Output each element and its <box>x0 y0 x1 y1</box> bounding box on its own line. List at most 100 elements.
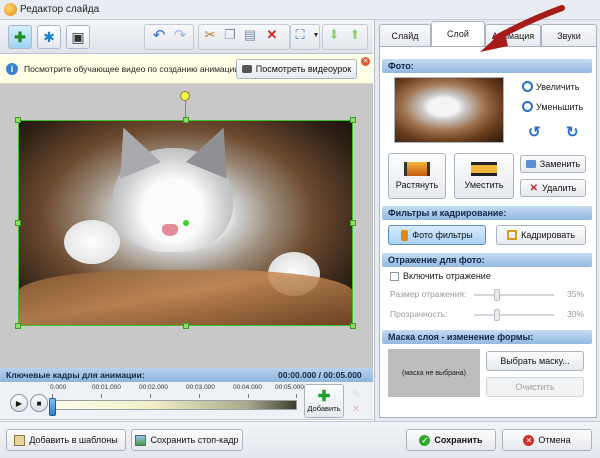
delete-icon[interactable]: ✕ <box>263 26 281 44</box>
mask-section-header: Маска слоя - изменение формы: <box>382 330 592 344</box>
transparency-knob[interactable] <box>494 309 500 321</box>
window-title: Редактор слайда <box>20 4 100 15</box>
slides-button[interactable]: ▣ <box>66 25 90 49</box>
cut-icon[interactable]: ✂ <box>201 26 219 44</box>
toolbar: ✚ ✱ ▣ ↶ ↷ ✂ ❐ ▤ ✕ ⛶ ▼ ⬇ ⬆ <box>0 20 373 54</box>
resize-handle-mr[interactable] <box>350 220 356 226</box>
resize-handle-tr[interactable] <box>350 117 356 123</box>
reflection-toggle[interactable]: Включить отражение <box>390 271 491 281</box>
cancel-button[interactable]: ✕ Отмена <box>502 429 592 451</box>
hint-bar: i Посмотрите обучающее видео по созданию… <box>0 55 373 84</box>
rotate-left-icon[interactable]: ↺ <box>528 123 541 141</box>
tick-label: 00:01.000 <box>92 384 121 391</box>
add-keyframe-button[interactable]: ✚ Добавить <box>304 384 344 418</box>
effects-button[interactable]: ✱ <box>37 25 61 49</box>
info-icon: i <box>6 63 18 75</box>
timeline-header: Ключевые кадры для анимации: 00:00.000 /… <box>0 368 373 382</box>
resize-handle-tl[interactable] <box>15 117 21 123</box>
properties-panel: Слайд Слой Анимация Звуки Фото: Увеличит… <box>374 20 600 421</box>
tick <box>248 394 249 398</box>
reflection-size-label: Размер отражения: <box>390 289 467 299</box>
tick <box>199 394 200 398</box>
zoom-out-icon <box>522 101 533 112</box>
plus-icon: ✚ <box>317 387 331 405</box>
replace-icon <box>525 160 536 168</box>
clear-mask-button[interactable]: Очистить <box>486 377 584 397</box>
resize-handle-ml[interactable] <box>15 220 21 226</box>
fit-button[interactable]: Уместить <box>454 153 514 199</box>
crop-button[interactable]: Кадрировать <box>496 225 586 245</box>
zoom-out-control[interactable]: Уменьшить <box>522 101 583 112</box>
replace-button[interactable]: Заменить <box>520 155 586 173</box>
add-to-templates-button[interactable]: Добавить в шаблоны <box>6 429 126 451</box>
mask-placeholder: (маска не выбрана) <box>402 369 466 377</box>
tick-label: 00:02.000 <box>139 384 168 391</box>
anchor-point[interactable] <box>183 220 189 226</box>
stop-button[interactable]: ■ <box>30 394 48 412</box>
rotate-right-icon[interactable]: ↻ <box>566 123 579 141</box>
save-frame-button[interactable]: Сохранить стоп-кадр <box>131 429 243 451</box>
timeline-panel: ▶ ■ 0.000 00:01.000 00:02.000 00:03.000 … <box>0 382 373 420</box>
camera-icon <box>241 65 252 73</box>
timeline-track[interactable] <box>52 400 297 410</box>
resize-handle-tm[interactable] <box>183 117 189 123</box>
delete-photo-button[interactable]: ✕ Удалить <box>520 179 586 197</box>
annotation-arrow <box>480 5 565 52</box>
reflection-checkbox[interactable] <box>390 271 399 281</box>
reflection-size-track[interactable] <box>474 294 554 296</box>
tick <box>150 394 151 398</box>
fit-icon <box>471 162 497 176</box>
stretch-button[interactable]: Растянуть <box>388 153 446 199</box>
template-icon <box>14 434 26 446</box>
tick-label: 00:04.000 <box>233 384 262 391</box>
reflection-section-header: Отражение для фото: <box>382 253 592 267</box>
mask-preview: (маска не выбрана) <box>388 349 480 397</box>
timeline-time: 00:00.000 / 00:05.000 <box>278 370 362 380</box>
choose-mask-button[interactable]: Выбрать маску... <box>486 351 584 371</box>
redo-icon[interactable]: ↷ <box>171 26 189 44</box>
resize-handle-bm[interactable] <box>183 323 189 329</box>
tick-label: 00:05.000 <box>275 384 304 391</box>
tick-label: 0.000 <box>50 384 67 391</box>
reflection-size-knob[interactable] <box>494 289 500 301</box>
add-layer-button[interactable]: ✚ <box>8 25 32 49</box>
tick <box>296 394 297 398</box>
reflection-size-value: 35% <box>566 289 584 299</box>
delete-icon: ✕ <box>529 182 538 194</box>
slide-canvas[interactable] <box>0 84 373 368</box>
move-up-icon[interactable]: ⬆ <box>346 26 364 44</box>
app-icon <box>4 3 17 16</box>
zoom-in-control[interactable]: Увеличить <box>522 81 579 92</box>
move-down-icon[interactable]: ⬇ <box>325 26 343 44</box>
tick-label: 00:03.000 <box>186 384 215 391</box>
tab-slide[interactable]: Слайд <box>379 24 431 46</box>
watch-video-button[interactable]: Посмотреть видеоурок <box>236 59 357 79</box>
layer-settings: Фото: Увеличить Уменьшить ↺ ↻ Растянуть … <box>379 46 597 418</box>
close-hint-icon[interactable]: ✕ <box>361 57 370 66</box>
keyframe-marker[interactable] <box>49 398 56 416</box>
photo-thumbnail <box>394 77 504 143</box>
delete-keyframe-icon[interactable]: ✕ <box>352 404 360 415</box>
transparency-track[interactable] <box>474 314 554 316</box>
picture-icon <box>135 434 147 446</box>
play-button[interactable]: ▶ <box>10 394 28 412</box>
resize-handle-br[interactable] <box>350 323 356 329</box>
rotate-handle[interactable] <box>180 91 190 101</box>
copy-icon[interactable]: ❐ <box>221 26 239 44</box>
crop-icon <box>507 230 518 240</box>
check-icon: ✓ <box>419 434 431 446</box>
cancel-icon: ✕ <box>523 434 535 446</box>
undo-icon[interactable]: ↶ <box>150 26 168 44</box>
bottom-bar: Добавить в шаблоны Сохранить стоп-кадр ✓… <box>0 421 600 458</box>
timeline-title: Ключевые кадры для анимации: <box>6 370 145 380</box>
save-button[interactable]: ✓ Сохранить <box>406 429 496 451</box>
photo-filters-button[interactable]: Фото фильтры <box>388 225 486 245</box>
filters-section-header: Фильтры и кадрирование: <box>382 206 592 220</box>
resize-handle-bl[interactable] <box>15 323 21 329</box>
transparency-label: Прозрачность: <box>390 309 448 319</box>
stretch-icon <box>404 162 430 176</box>
edit-keyframe-icon[interactable]: ✎ <box>352 388 361 401</box>
paste-icon[interactable]: ▤ <box>241 26 259 44</box>
zoom-in-icon <box>522 81 533 92</box>
transparency-value: 30% <box>566 309 584 319</box>
